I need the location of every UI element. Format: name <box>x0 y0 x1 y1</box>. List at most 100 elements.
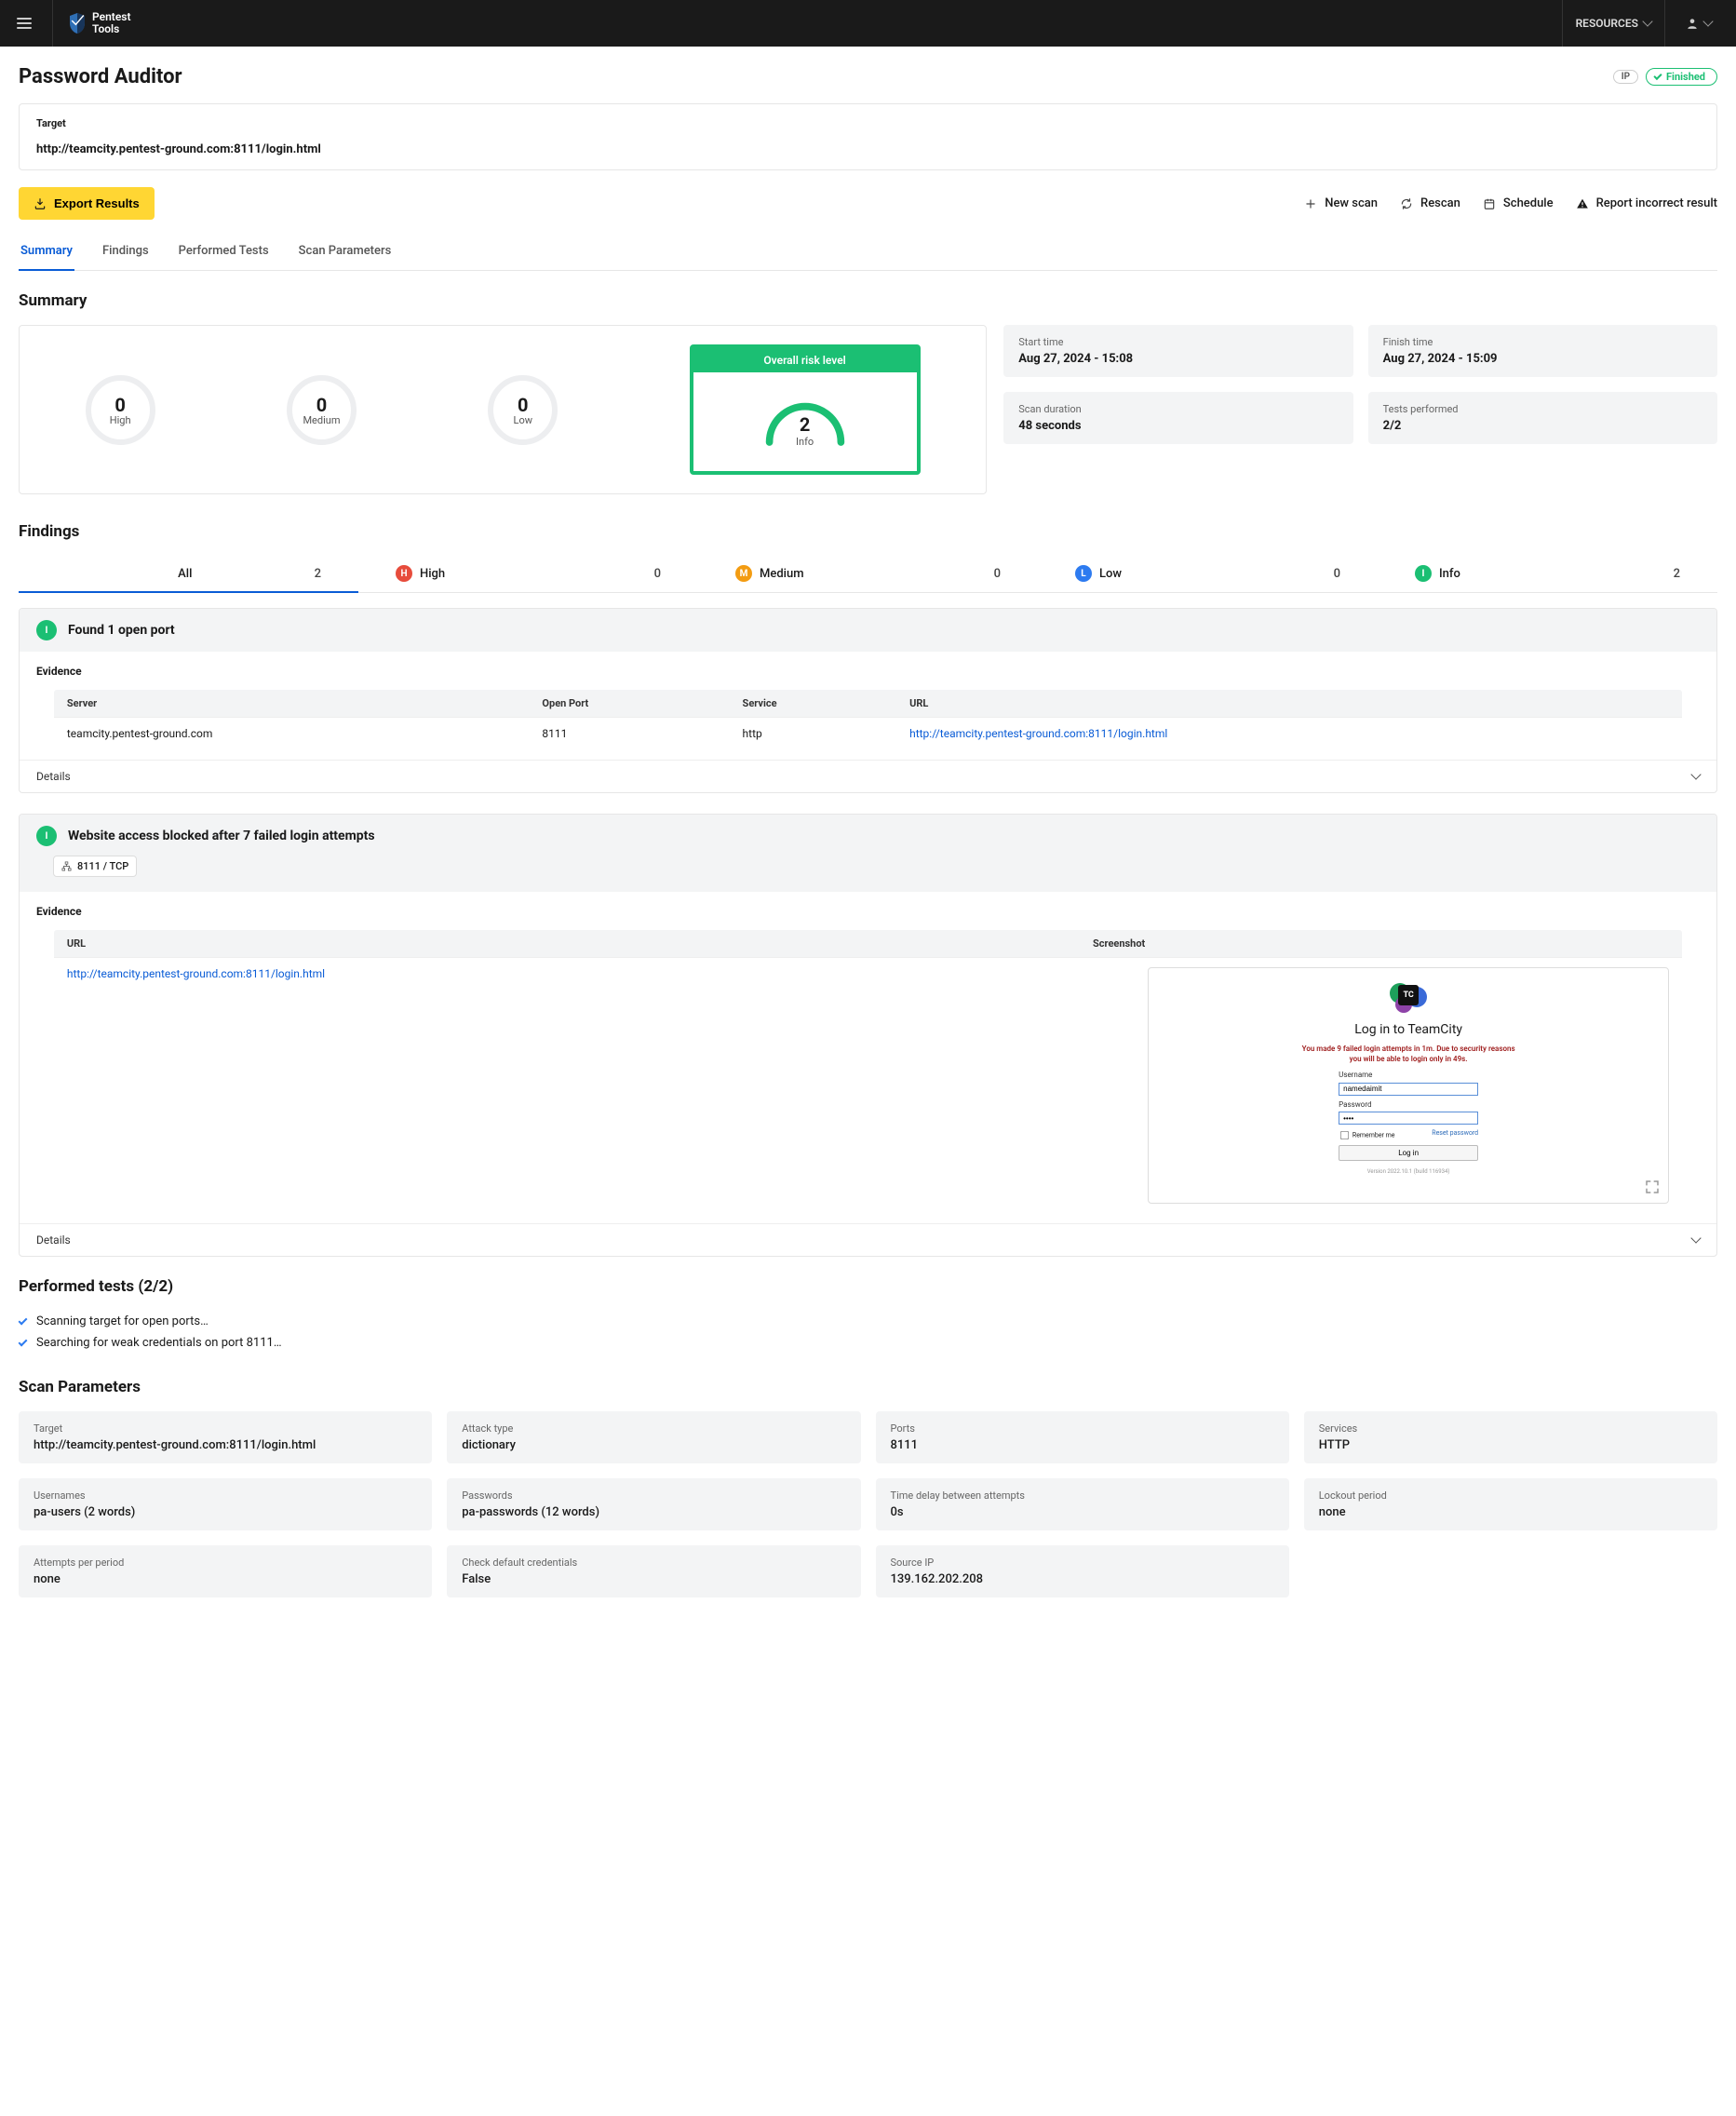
performed-tests-heading: Performed tests (2/2) <box>19 1277 1717 1296</box>
evidence-url-link[interactable]: http://teamcity.pentest-ground.com:8111/… <box>67 967 325 980</box>
list-item: Scanning target for open ports… <box>19 1311 1717 1332</box>
tab-findings[interactable]: Findings <box>101 236 151 271</box>
download-icon <box>34 197 47 210</box>
findings-heading: Findings <box>19 522 1717 541</box>
check-icon <box>19 1337 28 1346</box>
param-source-ip: Source IP139.162.202.208 <box>876 1545 1289 1597</box>
details-toggle[interactable]: Details <box>20 760 1716 792</box>
tab-scan-parameters[interactable]: Scan Parameters <box>297 236 394 271</box>
param-check-default-creds: Check default credentialsFalse <box>447 1545 860 1597</box>
evidence-table: URL Screenshot http://teamcity.pentest-g… <box>53 929 1683 1214</box>
severity-badge-info: I <box>36 620 57 640</box>
plus-icon <box>1304 197 1317 210</box>
shield-icon <box>68 12 87 34</box>
param-ports: Ports8111 <box>876 1411 1289 1463</box>
user-menu[interactable] <box>1673 0 1725 47</box>
table-row: teamcity.pentest-ground.com 8111 http ht… <box>53 718 1682 750</box>
tab-summary[interactable]: Summary <box>19 236 74 271</box>
finish-time-box: Finish timeAug 27, 2024 - 15:09 <box>1368 325 1717 377</box>
risk-gauges-card: 0High 0Medium 0Low Overall risk level 2I… <box>19 325 987 494</box>
tests-performed-box: Tests performed2/2 <box>1368 392 1717 444</box>
finding-title: Found 1 open port <box>68 623 175 638</box>
brand-logo[interactable]: PentestTools <box>52 0 130 47</box>
gauge-medium: 0Medium <box>287 375 357 445</box>
evidence-table: Server Open Port Service URL teamcity.pe… <box>53 689 1683 750</box>
rescan-button[interactable]: Rescan <box>1400 196 1460 210</box>
user-icon <box>1686 17 1699 30</box>
performed-tests-list: Scanning target for open ports… Searchin… <box>19 1311 1717 1354</box>
list-item: Searching for weak credentials on port 8… <box>19 1332 1717 1354</box>
screenshot-error-2: you will be able to login only in 49s. <box>1278 1055 1539 1063</box>
screenshot-username-input <box>1339 1083 1478 1096</box>
tab-performed-tests[interactable]: Performed Tests <box>177 236 271 271</box>
target-value: http://teamcity.pentest-ground.com:8111/… <box>36 142 1700 156</box>
param-attempts-per-period: Attempts per periodnone <box>19 1545 432 1597</box>
evidence-url-link[interactable]: http://teamcity.pentest-ground.com:8111/… <box>909 727 1167 740</box>
overall-risk-card: Overall risk level 2Info <box>690 344 921 475</box>
new-scan-button[interactable]: New scan <box>1304 196 1378 210</box>
scan-parameters-heading: Scan Parameters <box>19 1378 1717 1396</box>
scan-duration-box: Scan duration48 seconds <box>1003 392 1352 444</box>
screenshot-error-1: You made 9 failed login attempts in 1m. … <box>1278 1045 1539 1053</box>
topbar: PentestTools RESOURCES <box>0 0 1736 47</box>
param-lockout-period: Lockout periodnone <box>1304 1478 1717 1530</box>
check-icon <box>19 1315 28 1325</box>
chevron-down-icon <box>1690 1233 1701 1243</box>
gauge-low: 0Low <box>488 375 558 445</box>
schedule-button[interactable]: Schedule <box>1483 196 1554 210</box>
warning-icon <box>1576 197 1589 210</box>
table-row: http://teamcity.pentest-ground.com:8111/… <box>53 958 1682 1214</box>
status-badge: Finished <box>1646 68 1717 86</box>
gauge-high: 0High <box>86 375 155 445</box>
severity-badge-info: I <box>36 826 57 846</box>
report-incorrect-button[interactable]: Report incorrect result <box>1576 196 1717 210</box>
teamcity-logo-icon: TC <box>1388 981 1429 1013</box>
param-time-delay: Time delay between attempts0s <box>876 1478 1289 1530</box>
hamburger-menu-icon[interactable] <box>11 10 37 36</box>
chevron-down-icon <box>1642 16 1652 26</box>
details-toggle[interactable]: Details <box>20 1223 1716 1256</box>
finding-card: I Found 1 open port Evidence Server Open… <box>19 608 1717 793</box>
evidence-heading: Evidence <box>36 665 1700 678</box>
target-label: Target <box>36 117 1700 129</box>
screenshot-login-button: Log in <box>1339 1145 1478 1161</box>
resources-menu[interactable]: RESOURCES <box>1562 0 1665 47</box>
resources-label: RESOURCES <box>1576 17 1638 30</box>
finding-card: I Website access blocked after 7 failed … <box>19 814 1717 1257</box>
start-time-box: Start timeAug 27, 2024 - 15:08 <box>1003 325 1352 377</box>
calendar-icon <box>1483 197 1496 210</box>
main-tabs: Summary Findings Performed Tests Scan Pa… <box>19 236 1717 271</box>
network-icon <box>61 861 72 871</box>
findings-filter-tabs: All2 HHigh0 MMedium0 LLow0 IInfo2 <box>19 556 1717 593</box>
filter-tab-low[interactable]: LLow0 <box>1038 556 1378 593</box>
export-results-button[interactable]: Export Results <box>19 187 155 220</box>
param-usernames: Usernamespa-users (2 words) <box>19 1478 432 1530</box>
filter-tab-all[interactable]: All2 <box>19 556 358 593</box>
expand-icon[interactable] <box>1644 1179 1661 1195</box>
param-services: ServicesHTTP <box>1304 1411 1717 1463</box>
scan-parameters-grid: Targethttp://teamcity.pentest-ground.com… <box>19 1411 1717 1597</box>
filter-tab-high[interactable]: HHigh0 <box>358 556 698 593</box>
filter-tab-medium[interactable]: MMedium0 <box>698 556 1038 593</box>
chevron-down-icon <box>1702 16 1713 26</box>
refresh-icon <box>1400 197 1413 210</box>
screenshot-password-input <box>1339 1112 1478 1125</box>
param-target: Targethttp://teamcity.pentest-ground.com… <box>19 1411 432 1463</box>
screenshot-heading: Log in to TeamCity <box>1278 1022 1539 1037</box>
status-label: Finished <box>1666 71 1705 83</box>
evidence-heading: Evidence <box>36 905 1700 918</box>
screenshot-version: Version 2022.10.1 (build 116934) <box>1278 1168 1539 1175</box>
brand-text: PentestTools <box>92 11 130 35</box>
export-label: Export Results <box>54 196 140 210</box>
param-attack-type: Attack typedictionary <box>447 1411 860 1463</box>
page-title: Password Auditor <box>19 65 182 88</box>
target-card: Target http://teamcity.pentest-ground.co… <box>19 103 1717 170</box>
check-icon <box>1653 72 1662 80</box>
chevron-down-icon <box>1690 769 1701 779</box>
overall-risk-title: Overall risk level <box>693 348 917 372</box>
summary-heading: Summary <box>19 291 1717 310</box>
finding-title: Website access blocked after 7 failed lo… <box>68 829 375 843</box>
filter-tab-info[interactable]: IInfo2 <box>1378 556 1717 593</box>
param-passwords: Passwordspa-passwords (12 words) <box>447 1478 860 1530</box>
ip-badge: IP <box>1613 70 1638 84</box>
